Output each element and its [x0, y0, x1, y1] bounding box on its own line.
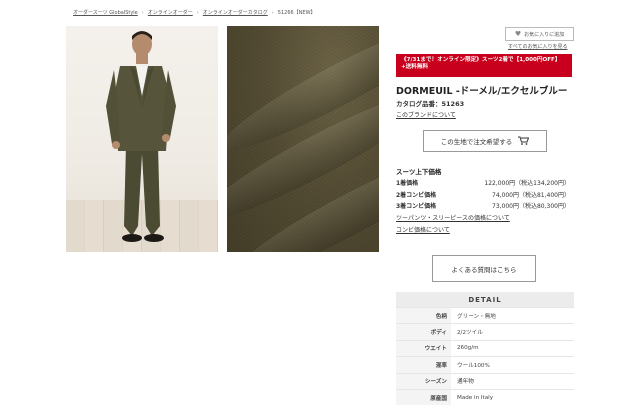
detail-key: 混率: [396, 356, 451, 374]
breadcrumb-separator: ›: [271, 9, 274, 16]
detail-value: 通年物: [451, 372, 574, 390]
add-to-favorites-label: お気に入りに追加: [524, 31, 565, 38]
detail-value: 2/2ツイル: [451, 323, 574, 341]
about-brand-link[interactable]: このブランドについて: [396, 110, 456, 119]
table-row: シーズン 通年物: [396, 372, 574, 390]
table-row: ウエイト 260g/m: [396, 339, 574, 357]
campaign-banner[interactable]: 《7/31まで！オンライン限定》スーツ2着で【1,000円OFF】+送料無料: [396, 54, 572, 77]
table-row: 色柄 グリーン・無地: [396, 306, 574, 324]
detail-key: 原産国: [396, 388, 451, 405]
order-with-fabric-button[interactable]: この生地で注文希望する: [423, 130, 547, 152]
two-pants-three-piece-price-link[interactable]: ツーパンツ・スリーピースの価格について: [396, 213, 510, 222]
suit-price-heading: スーツ上下価格: [396, 168, 442, 176]
price-row: 3着コンビ価格 73,000円（税込80,300円）: [396, 201, 570, 210]
detail-value: 260g/m: [451, 339, 574, 357]
detail-key: シーズン: [396, 372, 451, 390]
breadcrumb: オーダースーツ GlobalStyle › オンラインオーダー › オンラインオ…: [73, 9, 316, 17]
add-to-favorites-button[interactable]: ♥ お気に入りに追加: [505, 27, 574, 41]
price-value: 73,000円（税込80,300円）: [492, 203, 570, 210]
detail-value: ウール100%: [451, 356, 574, 374]
breadcrumb-item-home[interactable]: オーダースーツ GlobalStyle: [73, 9, 138, 16]
detail-key: ウエイト: [396, 339, 451, 357]
catalog-code: カタログ品番：51263: [396, 100, 465, 108]
price-label: 2着コンビ価格: [396, 192, 437, 199]
detail-value: Made in Italy: [451, 388, 574, 405]
breadcrumb-item-current: 51266【NEW】: [277, 10, 316, 16]
fabric-swatch-photo[interactable]: [227, 26, 379, 252]
detail-heading: DETAIL: [396, 292, 574, 308]
detail-key: ボディ: [396, 323, 451, 341]
cart-icon: [518, 136, 530, 147]
heart-icon: ♥: [514, 30, 522, 38]
breadcrumb-item-catalog[interactable]: オンラインオーダーカタログ: [203, 9, 268, 16]
price-label: 3着コンビ価格: [396, 203, 437, 210]
price-row: 2着コンビ価格 74,000円（税込81,400円）: [396, 190, 570, 199]
price-label: 1着価格: [396, 180, 419, 187]
price-row: 1着価格 122,000円（税込134,200円）: [396, 178, 570, 187]
detail-value: グリーン・無地: [451, 306, 574, 324]
view-all-favorites-link[interactable]: すべてのお気に入りを見る: [508, 43, 567, 50]
product-title: DORMEUIL -ドーメル/エクセルブルー: [396, 86, 568, 97]
detail-key: 色柄: [396, 306, 451, 324]
price-value: 122,000円（税込134,200円）: [484, 180, 570, 187]
detail-table: DETAIL 色柄 グリーン・無地 ボディ 2/2ツイル ウエイト 260g/m 混率…: [396, 292, 574, 405]
order-button-label: この生地で注文希望する: [440, 138, 513, 146]
breadcrumb-item-online-order[interactable]: オンラインオーダー: [148, 9, 193, 16]
breadcrumb-separator: ›: [141, 9, 144, 16]
breadcrumb-separator: ›: [196, 9, 199, 16]
table-row: 原産国 Made in Italy: [396, 388, 574, 405]
model-photo[interactable]: [66, 26, 218, 252]
table-row: ボディ 2/2ツイル: [396, 323, 574, 341]
table-row: 混率 ウール100%: [396, 356, 574, 374]
price-value: 74,000円（税込81,400円）: [492, 192, 570, 199]
combi-price-link[interactable]: コンビ価格について: [396, 225, 450, 234]
faq-button[interactable]: よくある質問はこちら: [432, 255, 536, 282]
